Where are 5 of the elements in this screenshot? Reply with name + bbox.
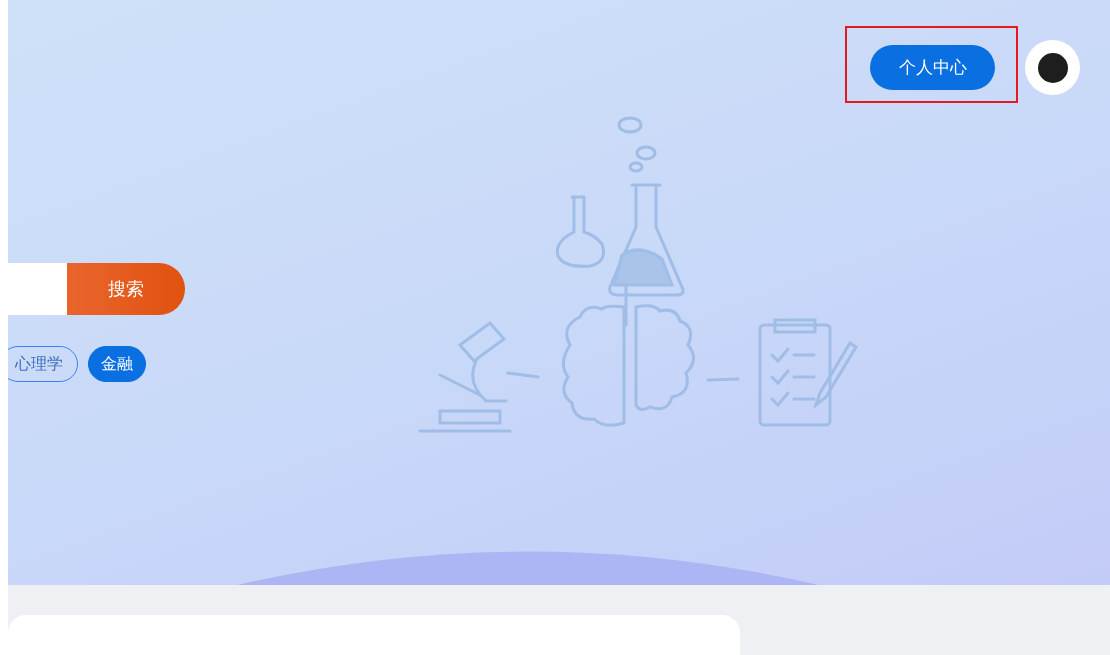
search-button[interactable]: 搜索 bbox=[67, 263, 185, 315]
search-field[interactable] bbox=[8, 263, 67, 315]
profile-button[interactable]: 个人中心 bbox=[870, 45, 995, 90]
avatar[interactable] bbox=[1025, 40, 1080, 95]
tag[interactable]: 金融 bbox=[88, 346, 146, 382]
